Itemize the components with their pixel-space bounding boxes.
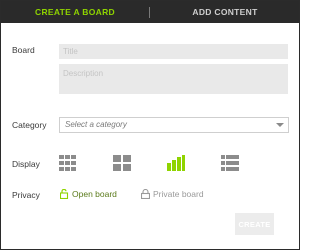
category-select[interactable]: Select a category — [59, 117, 289, 133]
list-icon[interactable] — [221, 155, 239, 171]
unlock-icon — [60, 189, 69, 199]
create-button[interactable]: CREATE — [235, 213, 274, 235]
privacy-label: Privacy — [12, 190, 40, 200]
description-input[interactable] — [59, 64, 288, 94]
board-label: Board — [12, 45, 35, 55]
privacy-open-option[interactable]: Open board — [60, 188, 120, 200]
category-label: Category — [12, 120, 47, 130]
display-label: Display — [12, 159, 40, 169]
chevron-down-icon — [276, 123, 284, 127]
grid-small-icon[interactable] — [59, 155, 77, 171]
privacy-private-option[interactable]: Private board — [141, 188, 207, 200]
lock-icon — [141, 189, 150, 199]
grid-large-icon[interactable] — [113, 155, 131, 171]
bars-icon[interactable] — [167, 155, 185, 171]
tab-add-content[interactable]: ADD CONTENT — [151, 1, 299, 23]
category-select-value: Select a category — [65, 120, 127, 129]
tab-create-board[interactable]: CREATE A BOARD — [1, 1, 149, 23]
private-board-label: Private board — [153, 189, 204, 199]
tab-bar: CREATE A BOARD ADD CONTENT — [1, 1, 299, 23]
tab-divider — [149, 7, 150, 18]
title-input[interactable] — [59, 44, 288, 59]
open-board-label: Open board — [72, 189, 117, 199]
create-board-dialog: CREATE A BOARD ADD CONTENT Board Categor… — [0, 0, 300, 250]
